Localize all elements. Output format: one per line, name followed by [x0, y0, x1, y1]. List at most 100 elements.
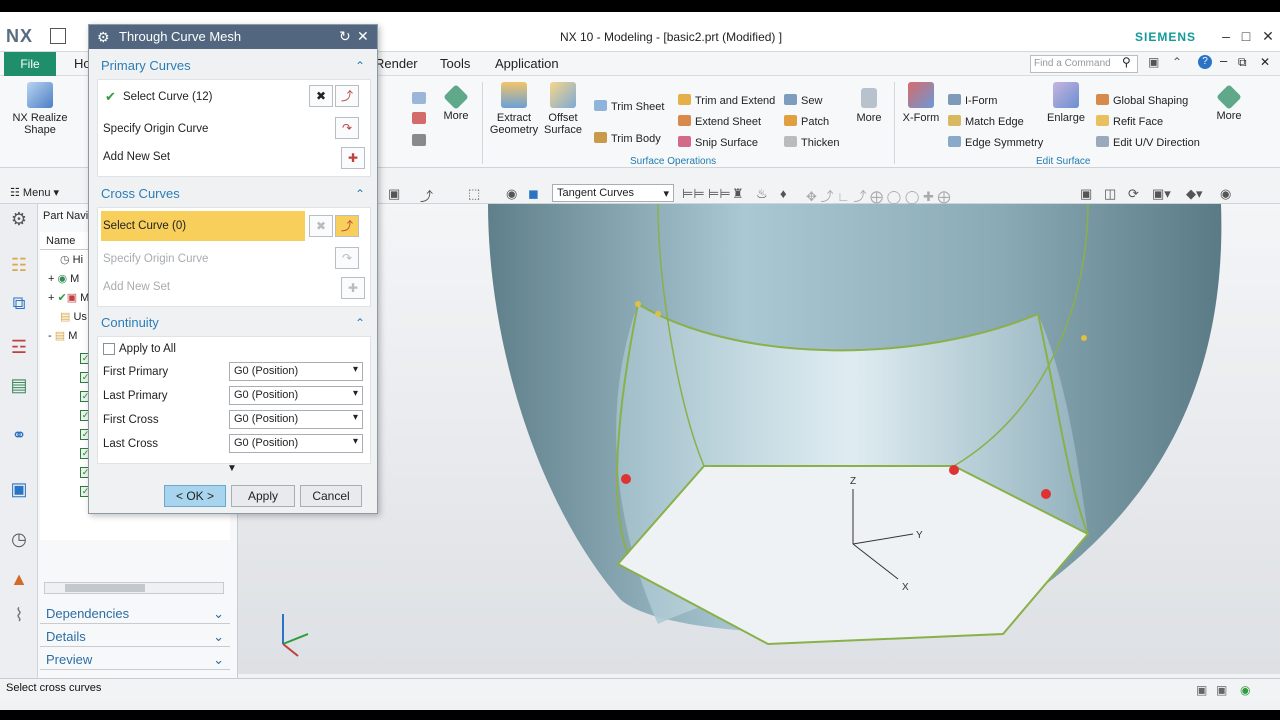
details-panel-header[interactable]: Details ⌄	[40, 627, 230, 647]
more-button-1[interactable]: More	[438, 84, 474, 122]
horizontal-scrollbar[interactable]	[44, 582, 224, 594]
continuity-header[interactable]: Continuity ⌃	[97, 310, 371, 336]
curve-icon[interactable]: ⤴	[420, 186, 433, 205]
status-icon-3[interactable]: ◉	[1240, 683, 1250, 697]
restore-icon[interactable]: ⧉	[1238, 55, 1247, 70]
extend-sheet-button[interactable]: Extend Sheet	[678, 115, 761, 128]
last-cross-select[interactable]: G0 (Position)	[229, 434, 363, 453]
xform-button[interactable]: X-Form	[900, 82, 942, 124]
snap-icon[interactable]: ▣	[388, 186, 400, 202]
graphics-window[interactable]: Z Y X	[238, 203, 1280, 674]
add-set-icon[interactable]: ✚	[341, 147, 365, 169]
constraint-navigator-icon[interactable]: ⧉	[8, 292, 30, 314]
curve-select-icon[interactable]: ⤴	[335, 215, 359, 237]
offset-surface-button[interactable]: Offset Surface	[542, 82, 584, 136]
file-tab[interactable]: File	[4, 52, 56, 76]
edge-symmetry-button[interactable]: Edge Symmetry	[948, 136, 1043, 149]
refit-face-button[interactable]: Refit Face	[1096, 115, 1163, 128]
reset-icon[interactable]: ↻	[339, 28, 351, 45]
ok-button[interactable]: < OK >	[164, 485, 226, 507]
clock-icon[interactable]: ◷	[8, 528, 30, 550]
rotate-icon[interactable]: ⟳	[1128, 186, 1139, 202]
gear-icon[interactable]: ⚙	[8, 208, 30, 230]
curve-select-icon[interactable]: ⤴	[335, 85, 359, 107]
surface-icon[interactable]	[412, 92, 426, 104]
bowl-surface[interactable]	[488, 203, 1222, 646]
nx-realize-shape-button[interactable]: NX Realize Shape	[8, 82, 72, 136]
apply-button[interactable]: Apply	[231, 485, 295, 507]
apply-to-all-checkbox[interactable]	[103, 343, 115, 355]
enlarge-button[interactable]: Enlarge	[1044, 82, 1088, 124]
help-icon[interactable]: ?	[1198, 55, 1212, 69]
first-cross-select[interactable]: G0 (Position)	[229, 410, 363, 429]
tree-node-model-history[interactable]: - ▤ M	[48, 329, 77, 342]
render-style-icon[interactable]: ▣▾	[1152, 186, 1171, 202]
maximize-icon[interactable]: □	[1236, 26, 1256, 46]
close-icon[interactable]: ✕	[357, 28, 369, 45]
trim-and-extend-button[interactable]: Trim and Extend	[678, 94, 775, 107]
primary-curves-header[interactable]: Primary Curves ⌃	[97, 53, 371, 79]
trim-body-button[interactable]: Trim Body	[594, 132, 661, 145]
search-icon[interactable]: ⚲	[1122, 55, 1131, 69]
zoom-icon[interactable]: ◫	[1104, 186, 1116, 202]
reuse-library-icon[interactable]: ▤	[8, 374, 30, 396]
select-primary-curve[interactable]: Select Curve (12)	[123, 91, 212, 103]
select-cross-curve[interactable]: Select Curve (0)	[103, 220, 186, 232]
orient-icon[interactable]: ◉	[1220, 186, 1231, 202]
minimize-icon[interactable]: –	[1216, 26, 1236, 46]
primary-add-new-set[interactable]: Add New Set	[103, 151, 170, 163]
sew-button[interactable]: Sew	[784, 94, 822, 107]
collapse-ribbon-icon[interactable]: ⌃	[1172, 55, 1182, 69]
history-palette-icon[interactable]: ▣	[8, 478, 30, 500]
filter-icon[interactable]: ◉	[506, 186, 517, 202]
more-button-3[interactable]: More	[1212, 84, 1246, 122]
surface-gray-icon[interactable]	[412, 134, 426, 146]
tree-node-history[interactable]: ◷ Hi	[60, 253, 83, 266]
last-primary-select[interactable]: G0 (Position)	[229, 386, 363, 405]
menu-button[interactable]: ☷ Menu ▾	[10, 186, 59, 199]
surface-red-icon[interactable]	[412, 112, 426, 124]
body-filter-icon[interactable]: ◼	[528, 186, 539, 202]
patch-button[interactable]: Patch	[784, 115, 829, 128]
edit-uv-direction-button[interactable]: Edit U/V Direction	[1096, 136, 1200, 149]
snap-options-icon[interactable]: ✥ ⤴ ∟ ⤴ ⨁ ◯ ◯ ✚ ⨁	[806, 186, 951, 205]
window-icon[interactable]: ▣	[1148, 55, 1159, 69]
snip-surface-button[interactable]: Snip Surface	[678, 136, 758, 149]
model-view[interactable]: Z Y X	[238, 203, 1280, 674]
point-icon[interactable]: ♦	[780, 186, 787, 201]
tree-node-model[interactable]: + ✔▣ M	[48, 291, 89, 304]
tree-node-model-views[interactable]: + ◉ M	[48, 272, 79, 285]
more-button-2[interactable]: More	[852, 88, 886, 124]
global-shaping-button[interactable]: Global Shaping	[1096, 94, 1188, 107]
assembly-navigator-icon[interactable]: ☷	[8, 254, 30, 276]
match-edge-button[interactable]: Match Edge	[948, 115, 1024, 128]
primary-specify-origin[interactable]: Specify Origin Curve	[103, 123, 208, 135]
box-select-icon[interactable]: ⬚	[468, 186, 480, 202]
layer-icon[interactable]: ◆▾	[1186, 186, 1203, 202]
extract-geometry-button[interactable]: Extract Geometry	[488, 82, 540, 136]
cross-curves-header[interactable]: Cross Curves ⌃	[97, 181, 371, 207]
tab-render[interactable]: Render	[375, 56, 418, 71]
thicken-button[interactable]: Thicken	[784, 136, 840, 149]
chain-icon[interactable]: ♜	[732, 186, 744, 202]
expand-more-icon[interactable]: ▼	[227, 463, 237, 474]
tab-tools[interactable]: Tools	[440, 56, 470, 71]
iform-button[interactable]: I-Form	[948, 94, 997, 107]
status-icon-1[interactable]: ▣	[1196, 683, 1207, 697]
save-icon[interactable]	[50, 28, 66, 44]
origin-curve-icon[interactable]: ↷	[335, 117, 359, 139]
tree-node-user-expressions[interactable]: ▤ Us	[60, 310, 87, 323]
first-primary-select[interactable]: G0 (Position)	[229, 362, 363, 381]
status-icon-2[interactable]: ▣	[1216, 683, 1227, 697]
trim-sheet-button[interactable]: Trim Sheet	[594, 100, 664, 113]
column-name-header[interactable]: Name	[46, 235, 75, 247]
cancel-button[interactable]: Cancel	[300, 485, 362, 507]
tab-application[interactable]: Application	[495, 56, 559, 71]
dialog-title[interactable]: Through Curve Mesh	[89, 25, 377, 49]
path-icon[interactable]: ♨	[756, 186, 768, 202]
dependencies-panel-header[interactable]: Dependencies ⌄	[40, 604, 230, 624]
roles-icon[interactable]: ⌇	[8, 604, 30, 626]
web-browser-icon[interactable]: ⚭	[8, 424, 30, 446]
reverse-direction-icon[interactable]: ✖	[309, 85, 333, 107]
scrollbar-thumb[interactable]	[65, 584, 145, 592]
